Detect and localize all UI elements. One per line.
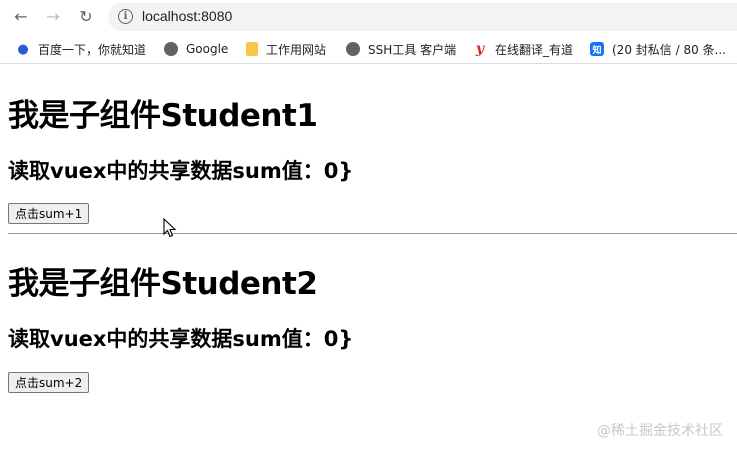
zhihu-icon: 知 [590,42,604,56]
browser-toolbar: ← → ↻ i localhost:8080 [0,0,737,34]
bookmark-youdao[interactable]: y 在线翻译_有道 [473,39,573,59]
divider [8,233,737,234]
info-icon[interactable]: i [118,9,133,24]
arrow-right-icon: → [46,7,60,26]
back-button[interactable]: ← [10,6,32,28]
page-content: 我是子组件Student1 读取vuex中的共享数据sum值：0} 点击sum+… [0,64,737,452]
bookmarks-bar: ● 百度一下，你就知道 Google 工作用网站 SSH工具 客户端 y 在线翻… [0,34,737,64]
student1-title: 我是子组件Student1 [8,98,318,134]
reload-icon: ↻ [79,7,93,26]
paw-icon: ● [17,41,29,57]
bookmark-work-sites[interactable]: 工作用网站 [246,39,326,59]
forward-button[interactable]: → [42,6,64,28]
add-sum-1-button[interactable]: 点击sum+1 [8,203,90,224]
url-text[interactable]: localhost:8080 [142,8,232,24]
globe-icon [346,42,360,56]
bookmark-ssh-tool[interactable]: SSH工具 客户端 [346,39,456,59]
watermark: @稀土掘金技术社区 [597,423,723,439]
bookmark-label: SSH工具 客户端 [368,42,457,57]
mouse-cursor-icon [163,218,177,238]
arrow-left-icon: ← [14,7,28,26]
student2-sum-text: 读取vuex中的共享数据sum值：0} [8,327,354,351]
bookmark-label: (20 封私信 / 80 条... [612,42,726,57]
youdao-icon: y [475,41,485,57]
globe-icon [164,42,178,56]
student1-sum-text: 读取vuex中的共享数据sum值：0} [8,159,354,183]
bookmark-label: 工作用网站 [266,42,327,57]
bookmark-label: 在线翻译_有道 [495,42,574,57]
bookmark-baidu[interactable]: ● 百度一下，你就知道 [16,39,146,59]
bookmark-zhihu[interactable]: 知 (20 封私信 / 80 条... [590,39,726,59]
bookmark-label: 百度一下，你就知道 [38,42,147,57]
bookmark-label: Google [186,42,229,56]
address-bar[interactable]: i localhost:8080 [108,3,737,31]
reload-button[interactable]: ↻ [75,6,97,28]
folder-icon [246,42,258,56]
add-sum-2-button[interactable]: 点击sum+2 [8,372,90,393]
student2-title: 我是子组件Student2 [8,266,318,302]
bookmark-google[interactable]: Google [164,39,228,59]
